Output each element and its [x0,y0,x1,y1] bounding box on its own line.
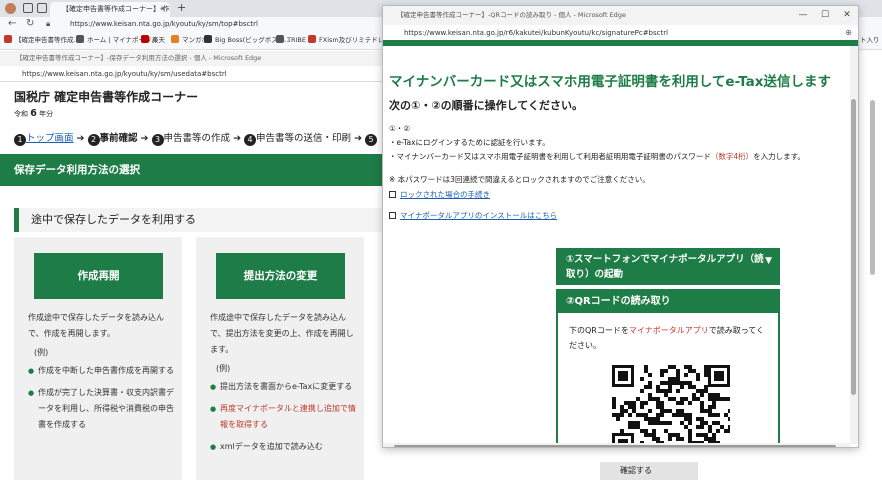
bookmark-item[interactable]: 【確定申告書等作成... [4,35,80,46]
password-note: ※ 本パスワードは3回連続で間違えるとロックされますのでご注意ください。 [389,175,650,184]
workspaces-icon[interactable] [23,3,33,13]
step2-panel: ②QRコードの読み取り 下のQRコードをマイナポータルアプリで読み取ってください… [556,289,780,444]
refresh-icon[interactable]: ↻ [26,17,34,31]
list-item: 作成が完了した決算書・収支内訳書データを利用し、所得税や消費税の申告書を作成する [28,385,174,433]
tab-actions-icon[interactable] [37,3,47,13]
minimize-icon[interactable]: — [792,6,814,25]
back-icon[interactable]: ← [8,17,16,31]
instruction-line: ①・② [389,124,410,133]
example-list: 作成を中断した申告書作成を再開する 作成が完了した決算書・収支内訳書データを利用… [28,363,174,439]
step2-description: 下のQRコードをマイナポータルアプリで読み取ってください。 [569,326,765,350]
popup-title-bar: 【確定申告書等作成コーナー】-QRコードの読み取り - 個人 - Microso… [383,6,858,25]
list-item: 再度マイナポータルと連携し追加で情報を取得する [210,401,356,433]
step-label: 申告書等の作成 [163,133,231,144]
tab-title: 【確定申告書等作成コーナー】-作成コ [62,5,170,13]
change-method-button[interactable]: 提出方法の変更 [216,253,345,299]
qr-code [612,365,730,444]
example-label: (例) [216,364,231,373]
step-navigation: 1 トップ画面 ➔ 2 事前確認 ➔ 3 申告書等の作成 ➔ 4 申告書等の送信・印刷 … [14,130,378,146]
card-resume: 作成再開 作成途中で保存したデータを読み込んで、作成を再開します。 (例) 作成… [14,237,182,480]
step1-accordion[interactable]: ①スマートフォンでマイナポータルアプリ（読取り）の起動 ▼ [556,248,780,285]
lock-procedure-link[interactable]: ロックされた場合の手続き [389,189,490,200]
site-title: 国税庁 確定申告書等作成コーナー [14,90,199,104]
external-link-icon [389,191,396,198]
bookmark-item[interactable]: FXism及びリミテドレ... [308,35,390,46]
main-scrollbar[interactable] [867,40,877,480]
popup-address-bar[interactable]: https://www.keisan.nta.go.jp/r6/kakutei/… [383,25,858,41]
step-current: 事前確認 [99,133,138,144]
close-icon[interactable]: ✕ [836,6,858,25]
profile-avatar[interactable] [5,3,16,14]
confirm-button[interactable]: 確認する [600,462,698,480]
zoom-icon[interactable]: ⊕ [845,25,852,41]
bookmark-item[interactable]: TRIBE [276,35,306,46]
instruction-line: ・e-Taxにログインするために認証を行います。 [389,138,550,147]
external-link-icon [389,212,396,219]
popup-horizontal-scrollbar[interactable] [383,443,850,447]
window1-title-bar: 【確定申告書等作成コーナー】-保存データ利用方法の選択 - 個人 - Micro… [0,51,382,66]
section-heading: 途中で保存したデータを利用する [14,208,382,232]
example-label: (例) [34,348,49,357]
resume-button[interactable]: 作成再開 [34,253,163,299]
step-top-link[interactable]: トップ画面 [26,133,74,144]
step2-header: ②QRコードの読み取り [558,291,778,313]
list-item: xmlデータを追加で読み込む [210,439,356,455]
list-item: 提出方法を書面からe-Taxに変更する [210,379,356,395]
maximize-icon[interactable]: ☐ [814,6,836,25]
qr-popup-window: 【確定申告書等作成コーナー】-QRコードの読み取り - 個人 - Microso… [382,5,859,448]
list-item: 作成を中断した申告書作成を再開する [28,363,174,379]
card-change-method: 提出方法の変更 作成途中で保存したデータを読み込んで、提出方法を変更の上、作成を… [196,237,364,480]
popup-vertical-scrollbar[interactable] [850,46,858,444]
popup-heading: マイナンバーカード又はスマホ用電子証明書を利用してe-Tax送信します [389,74,831,90]
bookmark-item[interactable]: 楽天 [141,35,165,46]
card-description: 作成途中で保存したデータを読み込んで、提出方法を変更の上、作成を再開します。 [210,313,354,354]
popup-content: マイナンバーカード又はスマホ用電子証明書を利用してe-Tax送信します 次の①・… [383,46,848,444]
app-install-link[interactable]: マイナポータルアプリのインストールはこちら [389,210,557,221]
lock-icon: 🔒︎ [46,19,51,28]
window1-address-bar[interactable]: https://www.keisan.nta.go.jp/kyoutu/ky/s… [0,66,382,82]
tax-year: 令和 6 年分 [14,108,54,119]
popup-subheading: 次の①・②の順番に操作してください。 [389,99,583,112]
instruction-line: ・マイナンバーカード又はスマホ用電子証明書を利用して利用者証明用電子証明書のパス… [389,152,805,161]
tab-active[interactable]: 【確定申告書等作成コーナー】-作成コ ✕ [50,2,170,17]
bookmark-item[interactable]: マンガボ [171,35,208,46]
new-tab-icon[interactable]: + [177,1,186,14]
chevron-down-icon: ▼ [765,256,772,266]
close-tab-icon[interactable]: ✕ [160,2,166,17]
step-label: 申告書等の送信・印刷 [256,133,352,144]
example-list: 提出方法を書面からe-Taxに変更する 再度マイナポータルと連携し追加で情報を取… [210,379,356,461]
section-bar: 保存データ利用方法の選択 [0,154,382,186]
card-description: 作成途中で保存したデータを読み込んで、作成を再開します。 [28,313,164,338]
usedata-page: 国税庁 確定申告書等作成コーナー 令和 6 年分 1 トップ画面 ➔ 2 事前確認 … [0,82,382,480]
